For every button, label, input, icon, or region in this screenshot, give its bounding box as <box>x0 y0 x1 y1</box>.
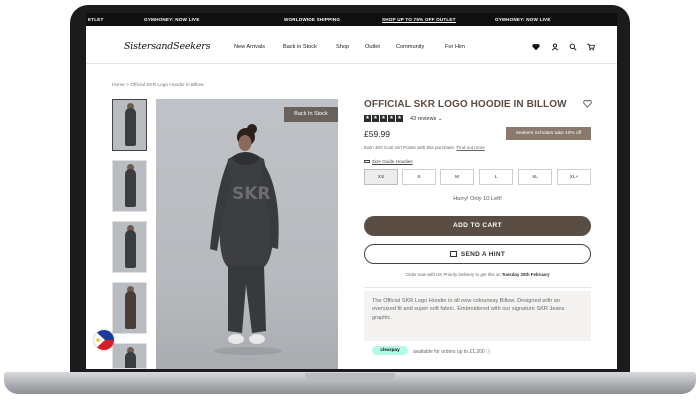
promo-item[interactable]: GYMHONEY: NOW LIVE <box>144 17 200 22</box>
nav-back-in-stock[interactable]: Back in Stock <box>283 44 317 50</box>
breadcrumb[interactable]: Home > Official SKR Logo Hoodie in Billo… <box>112 83 204 88</box>
nav-community[interactable]: Community <box>396 44 424 50</box>
points-text: Earn 300 Cool Girl Points with this purc… <box>364 145 456 150</box>
star-icon: ★ <box>388 115 395 122</box>
svg-text:SKR: SKR <box>232 184 271 204</box>
send-a-hint-button[interactable]: SEND A HINT <box>364 244 591 264</box>
gallery-thumbnail[interactable] <box>112 282 147 334</box>
product-price: £59.99 <box>364 129 390 139</box>
back-in-stock-badge: Back In Stock <box>284 107 338 122</box>
size-option-m[interactable]: M <box>440 169 474 185</box>
reviews-link[interactable]: 43 reviews ⌄ <box>410 116 442 122</box>
star-icon: ★ <box>364 115 371 122</box>
promo-item[interactable]: GYMHONEY: NOW LIVE <box>495 17 551 22</box>
gallery-thumbnail[interactable] <box>112 221 147 273</box>
site-header: SistersandSeekers New Arrivals Back in S… <box>86 26 617 64</box>
promo-item-outlet[interactable]: SHOP UP TO 75% OFF OUTLET <box>382 17 456 23</box>
chevron-down-icon: ⌄ <box>437 116 443 122</box>
ruler-icon <box>364 160 370 164</box>
gallery-thumbnail[interactable] <box>112 343 147 369</box>
site-logo[interactable]: SistersandSeekers <box>124 41 210 52</box>
promo-item[interactable]: WORLDWIDE SHIPPING <box>284 17 340 22</box>
gallery-thumbnail[interactable] <box>112 99 147 151</box>
nav-new-arrivals[interactable]: New Arrivals <box>234 44 265 50</box>
find-out-more-link[interactable]: Find out more <box>456 145 484 150</box>
size-option-xl[interactable]: XL <box>518 169 552 185</box>
wishlist-heart-icon[interactable] <box>583 99 592 108</box>
size-option-xs[interactable]: XS <box>364 169 398 185</box>
cart-icon[interactable] <box>587 43 595 51</box>
add-to-cart-button[interactable]: ADD TO CART <box>364 216 591 236</box>
reviews-count: 43 reviews <box>410 116 437 122</box>
nav-outlet[interactable]: Outlet <box>365 44 380 50</box>
search-icon[interactable] <box>569 43 577 51</box>
description-panel: The Official SKR Logo Hoodie in all new … <box>364 291 591 341</box>
heart-icon[interactable] <box>532 43 540 51</box>
rating-stars[interactable]: ★ ★ ★ ★ ★ <box>364 115 403 122</box>
clearpay-logo[interactable]: clearpay <box>372 346 408 355</box>
size-option-l[interactable]: L <box>479 169 513 185</box>
size-guide-link[interactable]: Size Guide Hoodies <box>364 159 413 164</box>
star-icon: ★ <box>396 115 403 122</box>
laptop-notch <box>305 373 395 380</box>
delivery-note: Order now with UK Priority Delivery to g… <box>364 272 591 277</box>
clearpay-info: available for orders up to £1,200 ⓘ <box>413 349 492 355</box>
divider <box>364 287 591 288</box>
delivery-prefix: Order now with UK Priority Delivery to g… <box>405 272 501 277</box>
country-flag-icon[interactable] <box>94 330 114 350</box>
star-icon: ★ <box>372 115 379 122</box>
size-option-xl-plus[interactable]: XL+ <box>557 169 591 185</box>
star-icon: ★ <box>380 115 387 122</box>
send-hint-label: SEND A HINT <box>460 251 506 258</box>
stock-note: Hurry! Only 10 Left! <box>453 196 502 202</box>
size-option-s[interactable]: S <box>402 169 436 185</box>
nav-shop[interactable]: Shop <box>336 44 349 50</box>
product-title: OFFICIAL SKR LOGO HOODIE IN BILLOW <box>364 99 567 110</box>
product-description: The Official SKR Logo Hoodie in all new … <box>372 298 565 321</box>
delivery-date: Tuesday 20th February <box>501 272 550 277</box>
model-illustration: SKR <box>210 124 282 355</box>
points-info: Earn 300 Cool Girl Points with this purc… <box>364 145 485 150</box>
size-guide-label: Size Guide Hoodies <box>372 159 413 164</box>
scholar-discount-badge[interactable]: Seekers Scholars take 10% off <box>506 127 591 140</box>
account-icon[interactable] <box>551 43 559 51</box>
gallery-thumbnail[interactable] <box>112 160 147 212</box>
promo-item[interactable]: ETLET <box>88 17 104 22</box>
gift-icon <box>449 251 457 257</box>
nav-for-him[interactable]: For Him <box>445 44 465 50</box>
promo-bar: ETLET GYMHONEY: NOW LIVE WORLDWIDE SHIPP… <box>86 13 617 26</box>
browser-screen: ETLET GYMHONEY: NOW LIVE WORLDWIDE SHIPP… <box>86 13 617 369</box>
main-product-image[interactable]: SKR Back In Stock <box>156 99 338 369</box>
